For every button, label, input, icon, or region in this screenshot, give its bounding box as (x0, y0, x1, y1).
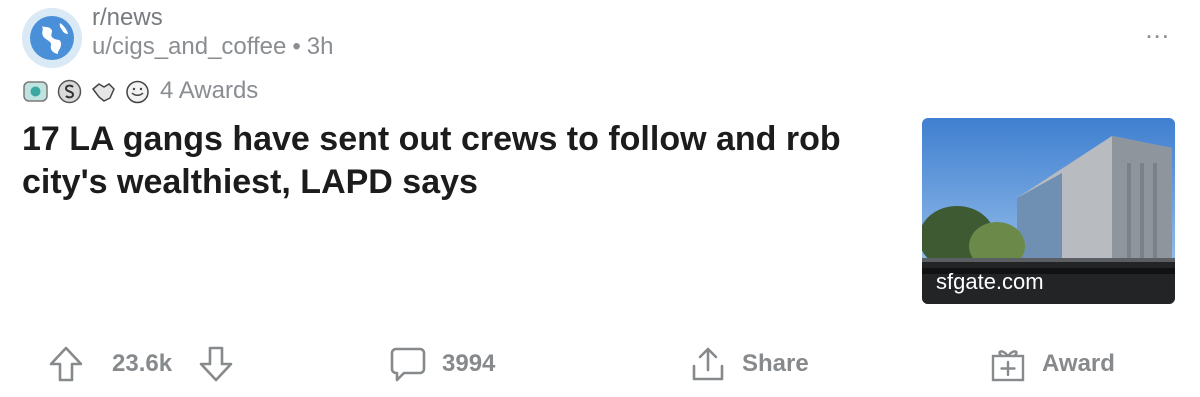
helpful-award-icon (22, 78, 49, 105)
handshake-award-icon (90, 78, 117, 105)
author-link[interactable]: u/cigs_and_coffee (92, 33, 286, 60)
upvote-arrow-icon (49, 346, 83, 382)
share-button[interactable]: Share (688, 338, 809, 390)
comment-count: 3994 (442, 350, 496, 377)
subreddit-avatar[interactable] (22, 8, 82, 68)
vote-count: 23.6k (112, 350, 173, 377)
post-title[interactable]: 17 LA gangs have sent out crews to follo… (22, 118, 882, 204)
post-meta: u/cigs_and_coffee • 3h (92, 33, 334, 61)
wholesome-award-icon (124, 78, 151, 105)
silver-award-icon (56, 78, 83, 105)
globe-icon (30, 16, 74, 60)
awards-count: 4 Awards (160, 77, 259, 104)
awards-row[interactable]: 4 Awards (22, 75, 258, 107)
award-button[interactable]: Award (988, 338, 1115, 390)
vote-group: 23.6k (48, 338, 234, 390)
comments-button[interactable]: 3994 (388, 338, 495, 390)
link-thumbnail[interactable]: sfgate.com (922, 118, 1175, 304)
gift-icon (991, 350, 1025, 382)
share-icon (692, 347, 724, 381)
award-label: Award (1042, 350, 1115, 377)
downvote-button[interactable] (198, 345, 234, 383)
post-age: 3h (306, 33, 334, 60)
upvote-button[interactable] (48, 345, 84, 383)
thumbnail-domain: sfgate.com (922, 262, 1175, 304)
share-label: Share (742, 350, 809, 377)
more-options-button[interactable]: ... (1145, 14, 1170, 45)
meta-separator: • (292, 33, 301, 60)
comment-bubble-icon (390, 347, 426, 382)
action-bar: 23.6k 3994 Share Award (0, 338, 1200, 390)
downvote-arrow-icon (199, 346, 233, 382)
subreddit-name[interactable]: r/news (92, 4, 163, 32)
